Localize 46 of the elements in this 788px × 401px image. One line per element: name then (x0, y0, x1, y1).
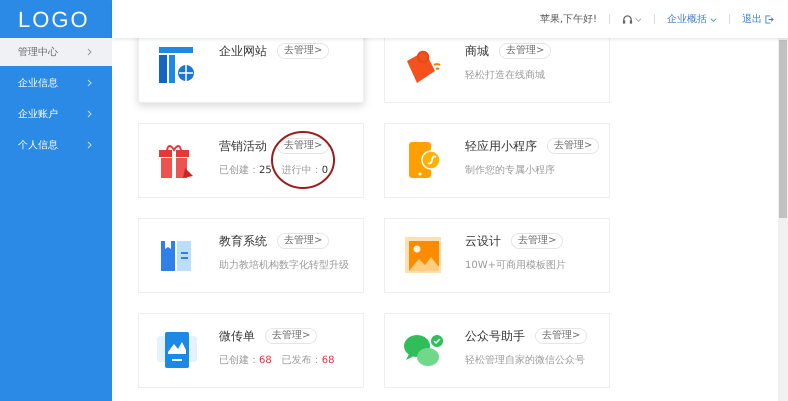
circle-annotation (270, 130, 336, 190)
manage-button[interactable]: 去管理> (265, 328, 318, 344)
card-title: 教育系统 (219, 233, 267, 250)
manage-button[interactable]: 去管理> (277, 138, 330, 154)
card-title: 云设计 (465, 233, 501, 250)
sidebar-item[interactable]: 个人信息 (0, 131, 112, 159)
chevron-right-icon (86, 141, 94, 149)
stat-label: 已创建： (219, 354, 259, 368)
card-title: 微传单 (219, 328, 255, 345)
chevron-right-icon (86, 48, 94, 56)
headset-icon[interactable] (622, 14, 642, 24)
card-title: 商城 (465, 43, 489, 60)
manage-button[interactable]: 去管理> (499, 43, 552, 59)
logout-link[interactable]: 退出 (742, 12, 774, 26)
card-title: 营销活动 (219, 138, 267, 155)
manage-button[interactable]: 去管理> (535, 328, 588, 344)
stat-label: 已创建： (219, 164, 259, 178)
caret-icon (710, 16, 717, 22)
stat-value: 68 (259, 354, 272, 368)
card-title: 公众号助手 (465, 328, 525, 345)
scrollbar[interactable] (778, 38, 788, 401)
chevron-right-icon (86, 79, 94, 87)
sidebar-item[interactable]: 企业账户 (0, 100, 112, 128)
manage-button[interactable]: 去管理> (547, 138, 600, 154)
manage-button[interactable]: 去管理> (277, 43, 330, 59)
logo: LOGO (18, 6, 90, 34)
sidebar-item[interactable]: 管理中心 (0, 38, 112, 66)
card-title: 轻应用小程序 (465, 138, 537, 155)
card-title: 企业网站 (219, 43, 267, 60)
stat-value: 68 (322, 354, 334, 368)
card-description: 10W+可商用模板图片 (465, 258, 566, 273)
stat-value: 0 (322, 164, 328, 178)
stat-value: 25 (259, 164, 272, 178)
sidebar-item[interactable]: 企业信息 (0, 69, 112, 97)
manage-button[interactable]: 去管理> (511, 233, 564, 249)
chevron-right-icon (86, 110, 94, 118)
card-description: 轻松管理自家的微信公众号 (465, 354, 586, 368)
card-description: 轻松打造在线商城 (465, 68, 546, 83)
card-description: 制作您的专属小程序 (465, 164, 556, 178)
exit-icon (765, 14, 774, 24)
company-menu[interactable]: 企业概括 (667, 12, 717, 26)
greeting-text: 苹果,下午好! (540, 12, 597, 26)
stat-label: 已发布： (282, 354, 322, 368)
manage-button[interactable]: 去管理> (277, 233, 330, 249)
card-description: 助力教培机构数字化转型升级 (219, 258, 349, 273)
stat-label: 进行中： (282, 164, 322, 178)
